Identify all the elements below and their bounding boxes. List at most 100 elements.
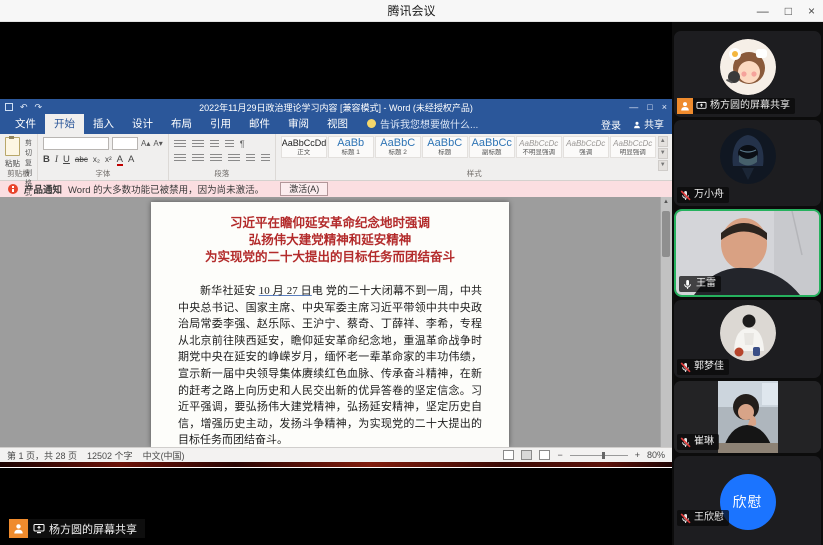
borders-icon[interactable] <box>261 154 270 163</box>
document-heading-line1: 习近平在瞻仰延安革命纪念地时强调 <box>178 215 482 232</box>
styles-scroll-up-icon[interactable]: ▲ <box>658 136 668 147</box>
align-right-icon[interactable] <box>210 154 222 163</box>
participant-tile[interactable]: 杨方圆的屏幕共享 <box>674 31 821 117</box>
tab-review[interactable]: 审阅 <box>279 114 318 134</box>
read-mode-icon[interactable] <box>503 450 514 460</box>
redo-icon[interactable]: ↷ <box>35 102 43 112</box>
participant-tile[interactable]: 崔琳 <box>674 381 821 453</box>
share-button[interactable]: 共享 <box>633 116 664 132</box>
subscript-button[interactable]: x₂ <box>93 155 100 164</box>
lightbulb-icon <box>367 119 376 128</box>
style-normal[interactable]: AaBbCcDd 正文 <box>281 136 327 158</box>
font-size-combobox[interactable] <box>112 137 138 150</box>
tencent-meeting-window: 腾讯会议 — □ × ↶ ↷ 2022年11月29日政治理论学习内容 [兼容模式… <box>0 0 823 545</box>
styles-gallery-scroll[interactable]: ▲ ▼ ▼ <box>658 136 668 171</box>
style-heading2[interactable]: AaBbC 标题 2 <box>375 136 421 158</box>
tab-references[interactable]: 引用 <box>201 114 240 134</box>
font-color-button[interactable]: A <box>117 155 123 166</box>
avatar <box>720 305 776 361</box>
tab-design[interactable]: 设计 <box>123 114 162 134</box>
participant-name: 郭梦佳 <box>694 359 724 375</box>
word-status-bar: 第 1 页，共 28 页 12502 个字 中文(中国) − + 80% <box>0 447 672 462</box>
close-icon[interactable]: × <box>808 0 815 22</box>
minimize-icon[interactable]: — <box>757 0 769 22</box>
style-subtle-emphasis[interactable]: AaBbCcDc 不明显强调 <box>516 136 562 158</box>
undo-icon[interactable]: ↶ <box>20 102 28 112</box>
zoom-slider-thumb[interactable] <box>602 452 605 459</box>
document-page[interactable]: 习近平在瞻仰延安革命纪念地时强调 弘扬伟大建党精神和延安精神 为实现党的二十大提… <box>151 202 509 447</box>
shrink-font-icon[interactable]: A▾ <box>153 139 162 148</box>
zoom-slider[interactable] <box>570 455 628 456</box>
word-count[interactable]: 12502 个字 <box>87 449 133 462</box>
show-marks-icon[interactable]: ¶ <box>240 139 245 149</box>
participant-tile[interactable]: 王雷 <box>674 209 821 297</box>
screen-share-indicator: 杨方圆的屏幕共享 <box>9 519 145 538</box>
tab-file[interactable]: 文件 <box>6 114 45 134</box>
paragraph-group: ¶ 段落 <box>169 134 276 180</box>
participant-name: 王雷 <box>696 276 716 292</box>
page-indicator[interactable]: 第 1 页，共 28 页 <box>7 449 77 462</box>
sign-in-button[interactable]: 登录 <box>601 117 621 132</box>
word-restore-icon[interactable]: □ <box>647 102 652 112</box>
participant-name: 杨方圆的屏幕共享 <box>710 98 790 114</box>
zoom-level[interactable]: 80% <box>647 450 665 460</box>
line-spacing-icon[interactable] <box>246 154 255 163</box>
meeting-titlebar: 腾讯会议 — □ × <box>0 0 823 22</box>
paste-button[interactable]: 粘贴 <box>5 137 20 169</box>
styles-scroll-down-icon[interactable]: ▼ <box>658 148 668 159</box>
mic-muted-icon <box>680 437 691 448</box>
ribbon-tab-bar: 文件 开始 插入 设计 布局 引用 邮件 审阅 视图 告诉我您想要做什么... … <box>0 115 672 134</box>
tab-home[interactable]: 开始 <box>45 114 84 134</box>
superscript-button[interactable]: x² <box>105 155 112 164</box>
numbered-list-icon[interactable] <box>192 140 204 149</box>
participant-name: 王欣慰 <box>694 510 724 526</box>
strikethrough-button[interactable]: abc <box>75 155 88 164</box>
tab-insert[interactable]: 插入 <box>84 114 123 134</box>
justify-icon[interactable] <box>228 154 240 163</box>
text-effects-button[interactable]: A <box>128 154 134 165</box>
participant-tile[interactable]: 万小舟 <box>674 120 821 206</box>
font-name-combobox[interactable] <box>43 137 109 150</box>
align-center-icon[interactable] <box>192 154 204 163</box>
bullet-list-icon[interactable] <box>174 140 186 149</box>
style-title[interactable]: AaBbC 标题 <box>422 136 468 158</box>
scroll-up-icon[interactable]: ▲ <box>663 199 669 205</box>
word-close-icon[interactable]: × <box>662 102 667 112</box>
tab-layout[interactable]: 布局 <box>162 114 201 134</box>
maximize-icon[interactable]: □ <box>785 0 792 22</box>
grow-font-icon[interactable]: A▴ <box>141 139 150 148</box>
print-layout-icon[interactable] <box>521 450 532 460</box>
word-minimize-icon[interactable]: — <box>629 102 638 112</box>
tab-view[interactable]: 视图 <box>318 114 357 134</box>
document-canvas: 习近平在瞻仰延安革命纪念地时强调 弘扬伟大建党精神和延安精神 为实现党的二十大提… <box>0 197 672 447</box>
scrollbar-thumb[interactable] <box>662 211 670 257</box>
style-emphasis[interactable]: AaBbCcDc 强调 <box>563 136 609 158</box>
zoom-out-icon[interactable]: − <box>557 450 562 460</box>
mic-muted-icon <box>680 513 691 524</box>
word-document-title: 2022年11月29日政治理论学习内容 [兼容模式] - Word (未经授权产… <box>85 101 587 114</box>
tell-me-box[interactable]: 告诉我您想要做什么... <box>367 116 478 134</box>
bold-button[interactable]: B <box>43 154 50 165</box>
italic-button[interactable]: I <box>55 155 58 165</box>
zoom-in-icon[interactable]: + <box>635 450 640 460</box>
style-heading1[interactable]: AaBb 标题 1 <box>328 136 374 158</box>
meeting-title: 腾讯会议 <box>387 2 435 19</box>
indent-increase-icon[interactable] <box>225 140 234 149</box>
language-indicator[interactable]: 中文(中国) <box>143 449 185 462</box>
participant-tile[interactable]: 郭梦佳 <box>674 300 821 378</box>
vertical-scrollbar[interactable]: ▲ <box>660 197 672 447</box>
style-subtitle[interactable]: AaBbCc 副标题 <box>469 136 515 158</box>
indent-decrease-icon[interactable] <box>210 140 219 149</box>
underline-button[interactable]: U <box>63 154 70 165</box>
activate-button[interactable]: 激活(A) <box>280 182 328 196</box>
save-icon[interactable] <box>5 103 13 111</box>
notice-text: Word 的大多数功能已被禁用，因为尚未激活。 <box>68 182 264 196</box>
web-layout-icon[interactable] <box>539 450 550 460</box>
cut-button[interactable]: 剪切 <box>25 138 32 158</box>
style-intense-emphasis[interactable]: AaBbCcDc 明显强调 <box>610 136 656 158</box>
person-icon <box>633 121 641 132</box>
mic-muted-icon <box>680 362 691 373</box>
participant-tile[interactable]: 欣慰 王欣慰 <box>674 456 821 545</box>
align-left-icon[interactable] <box>174 154 186 163</box>
tab-mailings[interactable]: 邮件 <box>240 114 279 134</box>
